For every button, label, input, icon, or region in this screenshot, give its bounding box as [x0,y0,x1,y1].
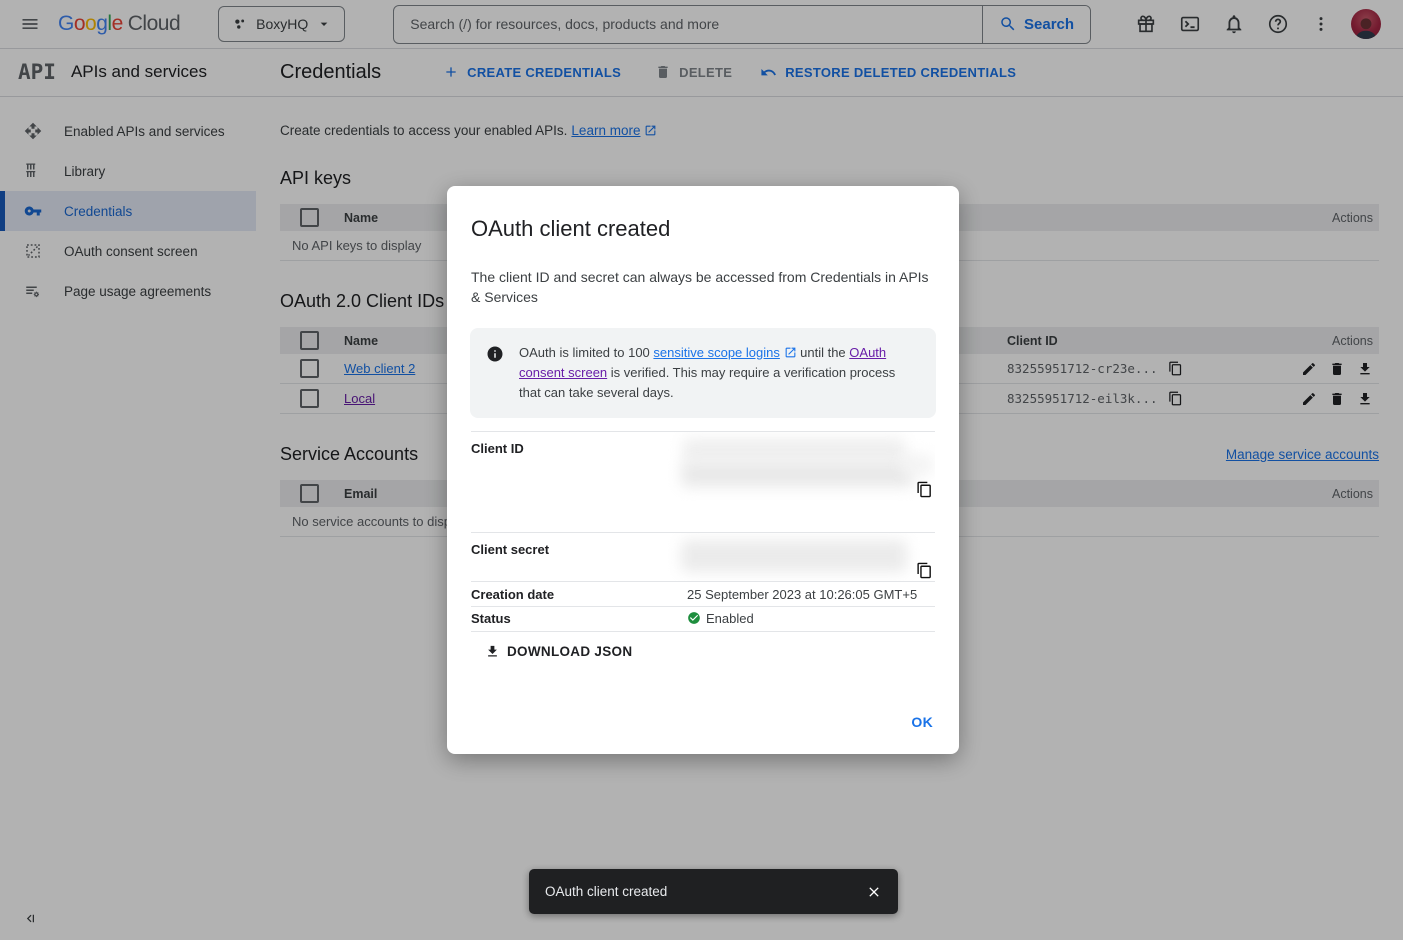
client-secret-row: Client secret [471,532,935,581]
oauth-client-created-dialog: OAuth client created The client ID and s… [447,186,959,754]
status-value: Enabled [706,611,754,626]
redacted-client-id [901,455,933,475]
creation-date-value: 25 September 2023 at 10:26:05 GMT+5 [687,582,935,606]
dialog-notice: OAuth is limited to 100 sensitive scope … [470,328,936,418]
status-check-icon [687,611,701,625]
info-icon [486,343,504,403]
copy-icon[interactable] [916,562,933,579]
client-id-label: Client ID [471,432,687,501]
snackbar-message: OAuth client created [545,884,858,899]
sensitive-scope-logins-link[interactable]: sensitive scope logins [653,345,779,360]
dialog-description: The client ID and secret can always be a… [471,267,935,307]
notice-text: OAuth is limited to 100 sensitive scope … [519,343,914,403]
snackbar-close-icon[interactable] [858,876,890,908]
redacted-client-id [683,438,905,462]
dialog-fields: Client ID Client secret Creation date 25… [471,431,935,632]
dialog-title: OAuth client created [471,216,935,242]
client-secret-label: Client secret [471,533,687,581]
snackbar: OAuth client created [529,869,898,914]
external-link-icon [784,346,797,359]
creation-date-label: Creation date [471,582,687,606]
fields-spacer [471,501,935,532]
client-id-row: Client ID [471,431,935,501]
status-label: Status [471,607,687,631]
download-json-button[interactable]: DOWNLOAD JSON [471,644,935,659]
redacted-client-secret [681,540,907,572]
ok-button[interactable]: OK [911,714,933,730]
creation-date-row: Creation date 25 September 2023 at 10:26… [471,581,935,606]
status-row: Status Enabled [471,606,935,632]
download-icon [485,644,500,659]
copy-icon[interactable] [916,481,933,498]
redacted-client-id [681,461,913,487]
